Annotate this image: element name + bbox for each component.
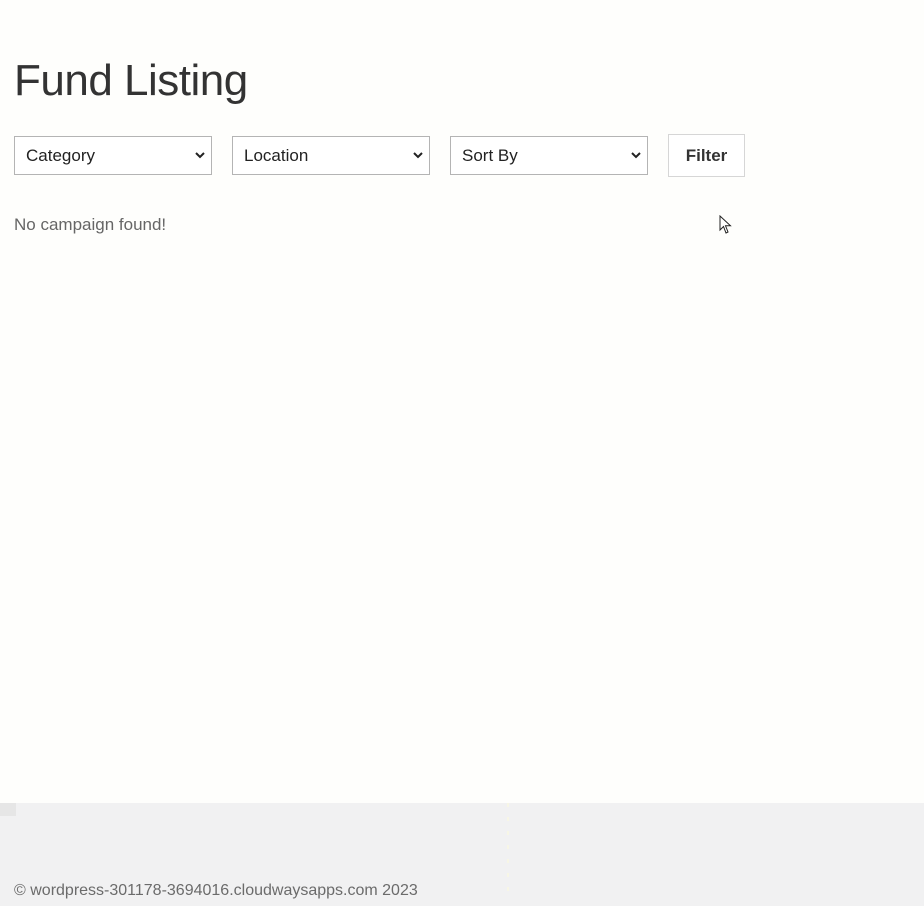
filter-bar: Category Location Sort By Filter xyxy=(14,134,745,177)
main-content: Fund Listing Category Location Sort By F… xyxy=(0,0,924,803)
chevron-down-icon xyxy=(195,152,205,159)
sort-by-select[interactable]: Sort By xyxy=(450,136,648,175)
category-select-value: Category xyxy=(26,146,95,165)
copyright-text: © wordpress-301178-3694016.cloudwaysapps… xyxy=(14,882,418,899)
location-select-value: Location xyxy=(244,146,309,165)
chevron-down-icon xyxy=(413,152,423,159)
page-title: Fund Listing xyxy=(14,56,248,105)
sort-by-select-value: Sort By xyxy=(462,146,518,165)
category-select[interactable]: Category xyxy=(14,136,212,175)
site-footer: © wordpress-301178-3694016.cloudwaysapps… xyxy=(0,803,924,906)
footer-divider xyxy=(507,803,509,893)
mouse-pointer-icon xyxy=(719,215,732,234)
no-campaign-message: No campaign found! xyxy=(14,215,167,234)
footer-corner-mark xyxy=(0,803,16,816)
chevron-down-icon xyxy=(631,152,641,159)
page: Fund Listing Category Location Sort By F… xyxy=(0,0,924,906)
filter-button[interactable]: Filter xyxy=(668,134,745,177)
location-select[interactable]: Location xyxy=(232,136,430,175)
